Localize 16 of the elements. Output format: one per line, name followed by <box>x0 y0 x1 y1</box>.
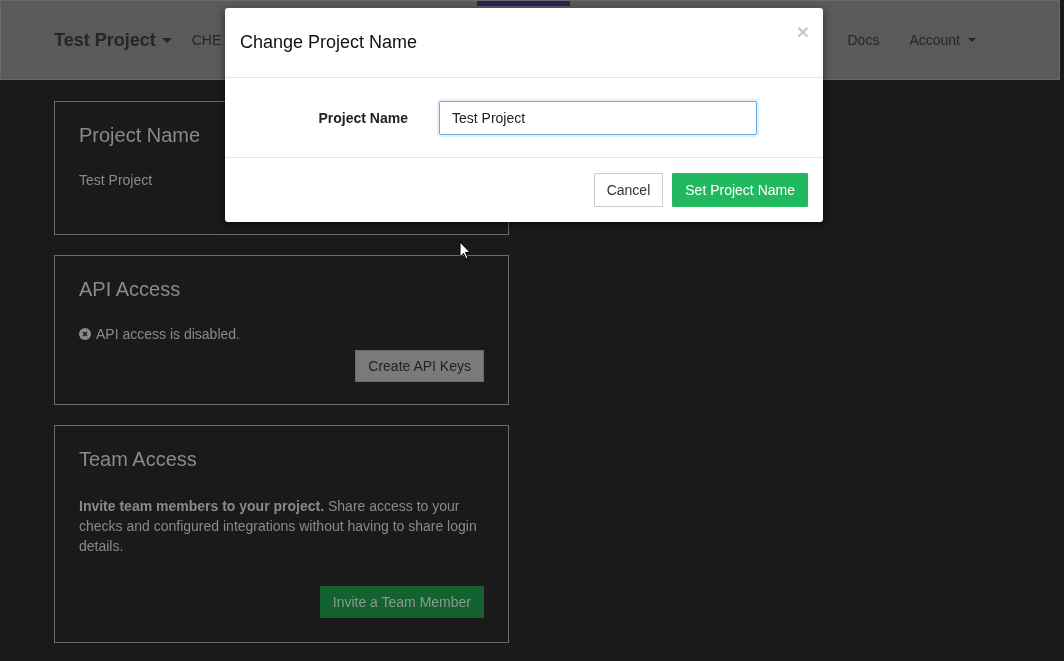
project-name-text: Test Project <box>79 172 154 188</box>
card-title: Team Access <box>79 448 198 471</box>
dialog-button[interactable]: Set Project Name <box>672 173 808 207</box>
close-button[interactable]: × <box>796 21 809 42</box>
dialog-button[interactable]: Cancel <box>593 173 664 207</box>
project-name-input[interactable]: Test Project <box>439 100 757 135</box>
card-button[interactable]: Invite a Team Member <box>319 586 484 618</box>
card-button[interactable]: Create API Keys <box>355 350 484 382</box>
modal-title: Change Project Name <box>240 32 418 53</box>
description-text: Invite team members to your project. Share access to your checks and configured integrations without having to share login details. <box>79 497 478 556</box>
mouse-pointer-icon <box>459 241 471 260</box>
status-text: API access is disabled. <box>96 326 240 342</box>
disabled-icon <box>79 328 91 340</box>
field-label: Project Name <box>317 109 408 126</box>
card-title: API Access <box>79 278 182 301</box>
card-title: Project Name <box>79 124 202 147</box>
